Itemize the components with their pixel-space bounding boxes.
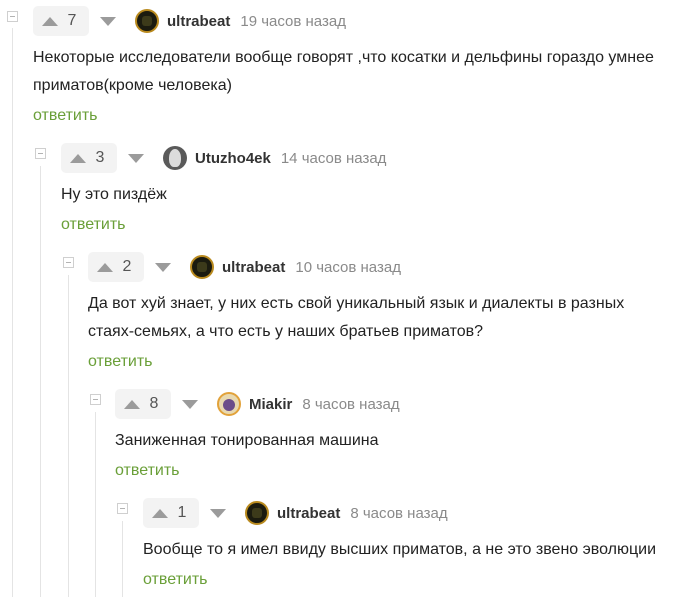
- comment-header: 8 Miakir 8 часов назад: [115, 389, 400, 419]
- comment-header: 3 Utuzho4ek 14 часов назад: [61, 143, 386, 173]
- upvote-button[interactable]: [143, 498, 177, 528]
- comment-text: Вообще то я имел ввиду высших приматов, …: [143, 536, 698, 564]
- timestamp[interactable]: 10 часов назад: [295, 259, 401, 276]
- comment-text: Ну это пиздёж: [61, 181, 681, 209]
- collapse-toggle[interactable]: [7, 11, 18, 22]
- text-line: приматов(кроме человека): [33, 77, 232, 94]
- reply-link[interactable]: ответить: [88, 353, 153, 371]
- ultrabeat-avatar-icon[interactable]: [245, 501, 269, 525]
- ultrabeat-avatar-icon[interactable]: [135, 9, 159, 33]
- collapse-toggle[interactable]: [117, 503, 128, 514]
- comment-text: Да вот хуй знает, у них есть свой уникал…: [88, 290, 688, 346]
- arrow-up-icon: [97, 262, 113, 272]
- vote-count: 1: [177, 504, 187, 521]
- reply-link[interactable]: ответить: [115, 462, 180, 480]
- thread-line: [95, 412, 96, 597]
- vote-count: 7: [67, 12, 77, 29]
- reply-link[interactable]: ответить: [33, 107, 98, 125]
- downvote-button[interactable]: [173, 389, 207, 419]
- timestamp[interactable]: 14 часов назад: [281, 150, 387, 167]
- vote-block: 2: [88, 252, 144, 282]
- username[interactable]: ultrabeat: [222, 259, 285, 276]
- username[interactable]: Miakir: [249, 396, 292, 413]
- text-line: Заниженная тонированная машина: [115, 432, 379, 449]
- text-line: Ну это пиздёж: [61, 186, 167, 203]
- collapse-toggle[interactable]: [90, 394, 101, 405]
- vote-block: 1: [143, 498, 199, 528]
- upvote-button[interactable]: [115, 389, 149, 419]
- collapse-toggle[interactable]: [63, 257, 74, 268]
- downvote-button[interactable]: [91, 6, 125, 36]
- comment-header: 2 ultrabeat 10 часов назад: [88, 252, 401, 282]
- timestamp[interactable]: 8 часов назад: [350, 505, 447, 522]
- text-line: Некоторые исследователи вообще говорят ,…: [33, 49, 654, 66]
- utuzho4ek-avatar-icon[interactable]: [163, 146, 187, 170]
- text-line: Вообще то я имел ввиду высших приматов, …: [143, 541, 657, 558]
- downvote-button[interactable]: [146, 252, 180, 282]
- arrow-up-icon: [124, 399, 140, 409]
- vote-count: 3: [95, 149, 105, 166]
- arrow-down-icon: [128, 153, 144, 163]
- collapse-toggle[interactable]: [35, 148, 46, 159]
- downvote-button[interactable]: [119, 143, 153, 173]
- vote-block: 7: [33, 6, 89, 36]
- ultrabeat-avatar-icon[interactable]: [190, 255, 214, 279]
- arrow-down-icon: [155, 262, 171, 272]
- vote-block: 8: [115, 389, 171, 419]
- thread-line: [12, 28, 13, 597]
- reply-link[interactable]: ответить: [61, 216, 126, 234]
- thread-line: [68, 275, 69, 597]
- miakir-avatar-icon[interactable]: [217, 392, 241, 416]
- vote-count: 8: [149, 395, 159, 412]
- reply-link[interactable]: ответить: [143, 571, 208, 589]
- arrow-down-icon: [210, 508, 226, 518]
- comment-text: Некоторые исследователи вообще говорят ,…: [33, 44, 693, 100]
- arrow-up-icon: [152, 508, 168, 518]
- arrow-down-icon: [182, 399, 198, 409]
- username[interactable]: Utuzho4ek: [195, 150, 271, 167]
- vote-count: 2: [122, 258, 132, 275]
- downvote-button[interactable]: [201, 498, 235, 528]
- thread-line: [122, 521, 123, 597]
- comment-header: 7 ultrabeat 19 часов назад: [33, 6, 346, 36]
- arrow-up-icon: [42, 16, 58, 26]
- username[interactable]: ultrabeat: [277, 505, 340, 522]
- upvote-button[interactable]: [33, 6, 67, 36]
- comment-text: Заниженная тонированная машина: [115, 427, 685, 455]
- text-line: Да вот хуй знает, у них есть свой уникал…: [88, 295, 625, 312]
- comment-header: 1 ultrabeat 8 часов назад: [143, 498, 448, 528]
- upvote-button[interactable]: [61, 143, 95, 173]
- arrow-up-icon: [70, 153, 86, 163]
- text-line: стаях-семьях, а что есть у наших братьев…: [88, 323, 484, 340]
- username[interactable]: ultrabeat: [167, 13, 230, 30]
- timestamp[interactable]: 8 часов назад: [302, 396, 399, 413]
- thread-line: [40, 166, 41, 597]
- upvote-button[interactable]: [88, 252, 122, 282]
- vote-block: 3: [61, 143, 117, 173]
- arrow-down-icon: [100, 16, 116, 26]
- timestamp[interactable]: 19 часов назад: [240, 13, 346, 30]
